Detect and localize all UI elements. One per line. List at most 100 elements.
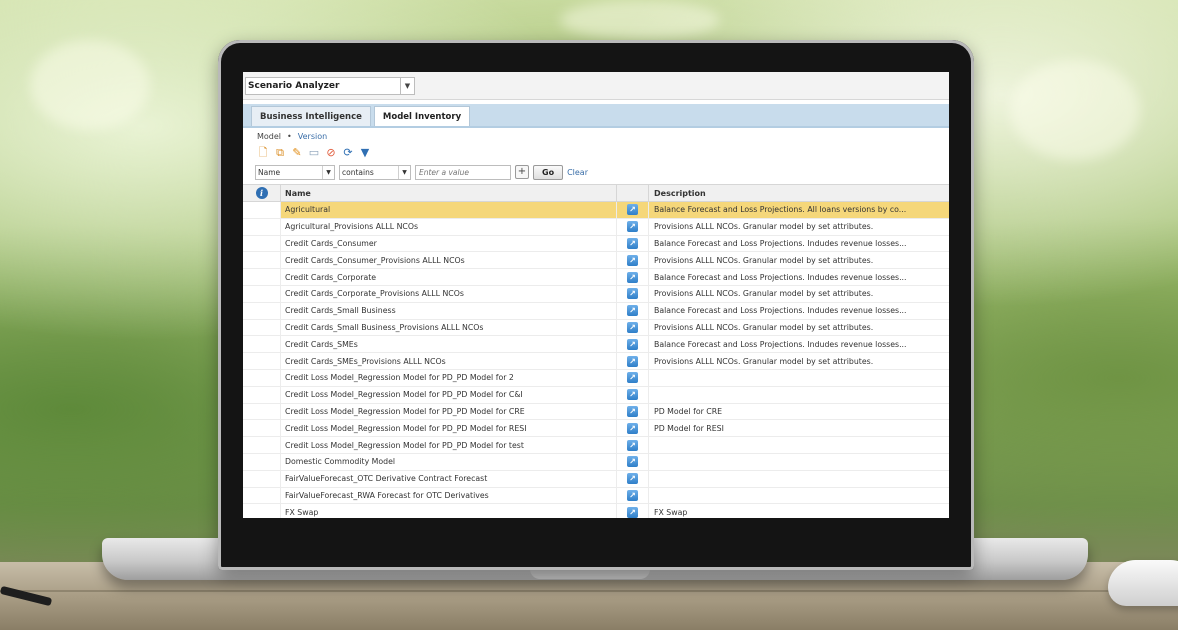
clear-link[interactable]: Clear <box>567 168 588 177</box>
row-name-cell[interactable]: Credit Loss Model_Regression Model for P… <box>281 403 617 420</box>
filter-icon[interactable]: ▼ <box>359 147 371 159</box>
tab-business-intelligence[interactable]: Business Intelligence <box>251 106 371 126</box>
filter-operator-select[interactable]: contains ▼ <box>339 164 411 180</box>
table-row[interactable]: Credit Cards_SMEs ↗ Balance Forecast and L… <box>243 336 949 354</box>
open-link-icon[interactable]: ↗ <box>627 422 638 434</box>
open-link-icon[interactable]: ↗ <box>627 338 638 350</box>
table-row[interactable]: Credit Loss Model_Regression Model for P… <box>243 403 949 421</box>
table-row[interactable]: Credit Loss Model_Regression Model for P… <box>243 437 949 454</box>
open-link-icon[interactable]: ↗ <box>627 237 638 249</box>
table-row[interactable]: FX Swap ↗ FX Swap <box>243 504 949 518</box>
table-row[interactable]: Credit Cards_Small Business_Provisions A… <box>243 319 949 337</box>
open-link-icon[interactable]: ↗ <box>627 473 638 485</box>
open-link-icon[interactable]: ↗ <box>627 221 638 233</box>
row-info-cell <box>243 285 281 302</box>
open-link-icon[interactable]: ↗ <box>627 355 638 367</box>
new-icon[interactable]: 🗋 <box>257 147 269 159</box>
row-name-cell[interactable]: Credit Cards_Small Business_Provisions A… <box>281 319 617 336</box>
table-row[interactable]: FairValueForecast_RWA Forecast for OTC D… <box>243 487 949 505</box>
table-row[interactable]: Credit Cards_Corporate_Provisions ALLL N… <box>243 285 949 303</box>
table-row[interactable]: FairValueForecast_OTC Derivative Contrac… <box>243 470 949 488</box>
filter-field-value: Name <box>258 167 281 177</box>
row-name-cell[interactable]: Credit Cards_SMEs <box>281 336 617 353</box>
table-row[interactable]: Agricultural_Provisions ALLL NCOs ↗ Provis… <box>243 218 949 236</box>
info-icon[interactable]: i <box>255 187 268 199</box>
breadcrumb-model[interactable]: Model <box>257 132 281 141</box>
row-info-cell <box>243 302 281 319</box>
row-name-cell[interactable]: Credit Loss Model_Regression Model for P… <box>281 437 617 453</box>
table-row[interactable]: Credit Cards_SMEs_Provisions ALLL NCOs ↗ P… <box>243 353 949 370</box>
background-bokeh <box>30 40 150 130</box>
add-filter-button[interactable]: + <box>515 165 529 179</box>
row-name-cell[interactable]: Credit Cards_Consumer <box>281 235 617 252</box>
open-link-icon[interactable]: ↗ <box>627 305 638 317</box>
grid-header-info: i <box>243 185 281 201</box>
row-name-cell[interactable]: Agricultural_Provisions ALLL NCOs <box>281 218 617 235</box>
table-row[interactable]: Credit Cards_Consumer_Provisions ALLL NC… <box>243 252 949 270</box>
row-name-cell[interactable]: FairValueForecast_RWA Forecast for OTC D… <box>281 487 617 504</box>
row-name-cell[interactable]: Domestic Commodity Model <box>281 453 617 470</box>
edit-icon[interactable]: ✎ <box>291 147 303 159</box>
filter-value-input[interactable] <box>415 164 511 180</box>
row-info-cell <box>243 403 281 420</box>
filter-field-select[interactable]: Name ▼ <box>255 164 335 180</box>
row-name-cell[interactable]: Credit Cards_Small Business <box>281 302 617 319</box>
row-name-cell[interactable]: Credit Cards_Corporate_Provisions ALLL N… <box>281 285 617 302</box>
row-name-cell[interactable]: Agricultural <box>281 202 617 218</box>
model-grid: i Name Description Agricultural ↗ Balance … <box>243 184 949 518</box>
refresh-icon[interactable]: ⟳ <box>342 147 354 159</box>
chevron-down-icon[interactable]: ▼ <box>398 165 410 179</box>
table-row[interactable]: Credit Cards_Corporate ↗ Balance Forecast … <box>243 269 949 286</box>
open-link-icon[interactable]: ↗ <box>627 321 638 333</box>
copy-icon[interactable]: ⧉ <box>274 147 286 159</box>
row-name-cell[interactable]: Credit Cards_Corporate <box>281 269 617 285</box>
column-header-name[interactable]: Name <box>281 185 617 201</box>
table-row[interactable]: Credit Cards_Consumer ↗ Balance Forecast a… <box>243 235 949 253</box>
open-link-icon[interactable]: ↗ <box>627 204 638 216</box>
cancel-icon[interactable]: ⊘ <box>325 147 337 159</box>
open-link-icon[interactable]: ↗ <box>627 288 638 300</box>
app-selector[interactable]: Scenario Analyzer ▼ <box>245 76 415 95</box>
row-info-cell <box>243 269 281 285</box>
row-action-cell: ↗ <box>617 487 649 504</box>
open-link-icon[interactable]: ↗ <box>627 439 638 451</box>
row-action-cell: ↗ <box>617 470 649 487</box>
row-name-cell[interactable]: FairValueForecast_OTC Derivative Contrac… <box>281 470 617 487</box>
open-link-icon[interactable]: ↗ <box>627 506 638 518</box>
open-link-icon[interactable]: ↗ <box>627 489 638 501</box>
column-header-description[interactable]: Description <box>649 185 949 201</box>
table-row[interactable]: Credit Loss Model_Regression Model for P… <box>243 386 949 404</box>
chevron-down-icon[interactable]: ▼ <box>322 165 334 179</box>
table-row[interactable]: Credit Loss Model_Regression Model for P… <box>243 420 949 438</box>
open-link-icon[interactable]: ↗ <box>627 405 638 417</box>
background-bokeh <box>1010 60 1140 160</box>
row-description-cell: Provisions ALLL NCOs. Granular model by … <box>654 322 874 332</box>
open-link-icon[interactable]: ↗ <box>627 271 638 283</box>
row-description-cell <box>649 471 949 487</box>
save-icon[interactable]: ▭ <box>308 147 320 159</box>
go-button[interactable]: Go <box>533 164 564 180</box>
row-name-cell[interactable]: Credit Loss Model_Regression Model for P… <box>281 369 617 386</box>
table-row[interactable]: Agricultural ↗ Balance Forecast and Loss P… <box>243 202 949 219</box>
breadcrumb-version[interactable]: Version <box>298 132 327 141</box>
open-link-icon[interactable]: ↗ <box>627 456 638 468</box>
open-link-icon[interactable]: ↗ <box>627 372 638 384</box>
open-link-icon[interactable]: ↗ <box>627 254 638 266</box>
table-row[interactable]: Domestic Commodity Model ↗ <box>243 453 949 471</box>
grid-header: i Name Description <box>243 184 949 202</box>
open-link-icon[interactable]: ↗ <box>627 389 638 401</box>
row-name-cell[interactable]: Credit Loss Model_Regression Model for P… <box>281 386 617 403</box>
table-row[interactable]: Credit Cards_Small Business ↗ Balance Fore… <box>243 302 949 320</box>
row-description-cell: Balance Forecast and Loss Projections. I… <box>654 339 907 349</box>
table-row[interactable]: Credit Loss Model_Regression Model for P… <box>243 369 949 387</box>
tab-model-inventory[interactable]: Model Inventory <box>373 106 471 126</box>
toolbar: 🗋 ⧉ ✎ ▭ ⊘ ⟳ ▼ <box>243 144 949 162</box>
row-action-cell: ↗ <box>617 453 649 470</box>
row-description-cell: PD Model for RESI <box>654 423 724 433</box>
row-name-cell[interactable]: FX Swap <box>281 504 617 518</box>
row-name-cell[interactable]: Credit Cards_SMEs_Provisions ALLL NCOs <box>281 353 617 369</box>
chevron-down-icon[interactable]: ▼ <box>400 77 414 94</box>
row-name-cell[interactable]: Credit Cards_Consumer_Provisions ALLL NC… <box>281 252 617 269</box>
row-description-cell: Balance Forecast and Loss Projections. I… <box>654 306 907 316</box>
row-name-cell[interactable]: Credit Loss Model_Regression Model for P… <box>281 420 617 437</box>
